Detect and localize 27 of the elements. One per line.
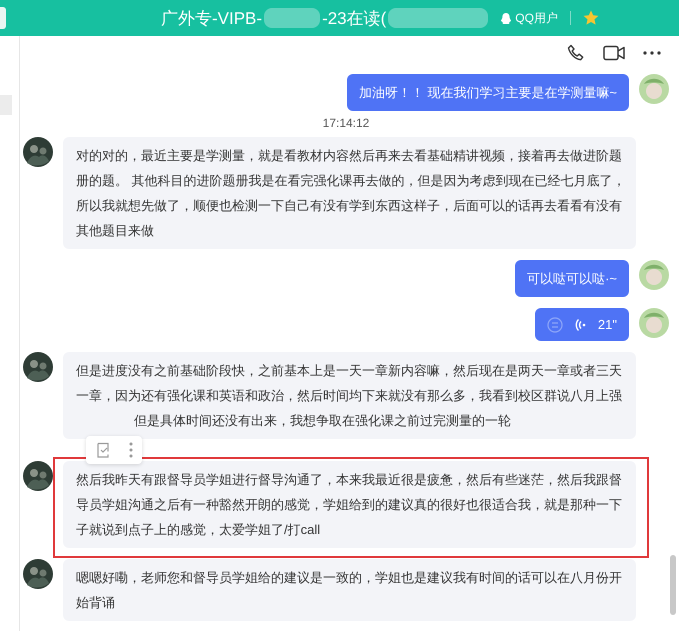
- message-text: 嗯嗯好嘞，老师您和督导员学姐给的建议是一致的，学姐也是建议我有时间的话可以在八月份开始背诵: [76, 570, 622, 610]
- avatar[interactable]: [23, 352, 53, 382]
- sound-wave-icon: [574, 318, 586, 332]
- scrollbar[interactable]: [670, 555, 676, 615]
- window-title: -23在读(: [322, 8, 386, 30]
- note-check-icon[interactable]: [96, 442, 110, 458]
- penguin-icon: [500, 12, 512, 24]
- video-camera-icon[interactable]: [603, 45, 625, 61]
- more-icon[interactable]: [643, 51, 661, 55]
- user-label[interactable]: QQ用户: [515, 10, 558, 26]
- message-text: 但是进度没有之前基础阶段快，之前基本上是一天一章新内容嘛，然后现在是两天一章或者三天一章，因为还有强化课和英语和政治，然后时间均下来就没有那么多，我看到校区群说八月上强: [76, 363, 622, 403]
- voice-duration: 21": [598, 317, 617, 332]
- message-text: 但是具体时间还没有出来，我想争取在强化课之前过完测量的一轮: [133, 412, 512, 430]
- voice-message[interactable]: 21": [534, 308, 629, 341]
- message-text: 然后我昨天有跟督导员学姐进行督导沟通了，本来我最近很是疲惫，然后有些迷茫，然后我跟督导员学姐沟通之后有一种豁然开朗的感觉，学姐给到的建议真的很好也很适合我，就是那种一下子就说到点子上的感觉，太爱学姐了/打call: [76, 472, 622, 537]
- avatar[interactable]: [23, 559, 53, 589]
- message-bubble: 可以哒可以哒·~: [515, 260, 629, 297]
- star-badge-icon[interactable]: [582, 10, 599, 26]
- message-bubble: 加油呀！！ 现在我们学习主要是在学测量嘛~: [346, 74, 629, 111]
- message-text: 对的对的，最近主要是学测量，就是看教材内容然后再来去看基础精讲视频，接着再去做进阶题册的题。 其他科目的进阶题册我是在看完强化课再去做的，但是因为考虑到现在已经七月底了，所以我就想先做了，顺便也检测一下自己有没有学到东西这样子，后面可以的话再去看看有没有其他题目来做: [76, 148, 626, 238]
- timestamp: 17:14:12: [322, 116, 370, 130]
- redaction-mark: [264, 8, 320, 28]
- avatar[interactable]: [23, 137, 53, 167]
- window-title: 广外专-VIPB-: [161, 8, 262, 30]
- phone-icon[interactable]: [567, 44, 585, 62]
- transcribe-icon[interactable]: [546, 316, 563, 332]
- avatar[interactable]: [23, 461, 53, 491]
